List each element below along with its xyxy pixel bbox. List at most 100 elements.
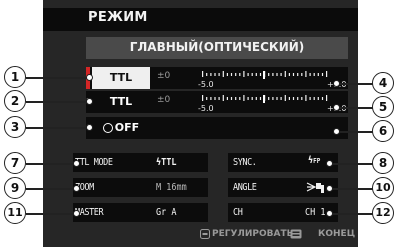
scale-tick: [297, 97, 299, 100]
callout-9: 9: [4, 177, 26, 199]
scale-tick: [247, 73, 249, 76]
group-c-mode[interactable]: OFF: [92, 117, 150, 139]
callout-dot-9: [73, 185, 80, 192]
scale-tick: [301, 73, 303, 76]
footer-adjust-label: РЕГУЛИРОВАТЬ: [212, 229, 294, 239]
ttl-mode-label: TTL MODE: [75, 157, 113, 168]
scale-tick: [239, 73, 241, 76]
callout-dot-1: [86, 74, 93, 81]
callout-dot-10: [326, 185, 333, 192]
scale-tick: [214, 73, 216, 76]
scale-ticks: [202, 95, 328, 103]
callout-7: 7: [4, 152, 26, 174]
group-c-mode-label: OFF: [114, 121, 140, 134]
callout-line-8: [330, 163, 374, 165]
scale-tick: [235, 73, 237, 76]
scale-tick: [288, 97, 290, 100]
scale-tick: [292, 97, 295, 100]
scale-tick: [326, 71, 328, 77]
scale-tick: [235, 97, 237, 100]
scale-tick: [280, 97, 282, 100]
scale-tick: [251, 73, 253, 76]
flash-settings-screen: РЕЖИМ ГЛАВНЫЙ(ОПТИЧЕСКИЙ) TTL ±0 -5.0 +5…: [0, 0, 397, 247]
ttl-mode-value: ϟTTL: [156, 157, 177, 168]
scale-tick: [222, 71, 224, 77]
flash-off-icon: [102, 123, 113, 133]
scale-tick: [309, 97, 311, 100]
sync-value: ϟFP: [308, 155, 321, 166]
scale-tick: [317, 73, 319, 76]
scale-tick: [280, 73, 282, 76]
callout-12: 12: [372, 202, 394, 224]
scale-tick: [321, 73, 324, 76]
scale-tick: [222, 95, 224, 101]
level-marker: [263, 95, 265, 103]
scale-tick: [259, 73, 262, 76]
dpad-icon: [200, 229, 210, 239]
angle-label: ANGLE: [233, 182, 257, 193]
scale-tick: [210, 73, 212, 76]
scale-tick: [326, 95, 328, 101]
sync-label: SYNC.: [233, 157, 257, 168]
scale-tick: [243, 71, 245, 77]
scale-tick: [321, 97, 324, 100]
footer-end-label: КОНЕЦ: [318, 229, 356, 239]
callout-2: 2: [4, 90, 26, 112]
scale-tick: [226, 97, 228, 100]
callout-line-4: [338, 83, 374, 85]
group-a-ev: ±0: [157, 71, 171, 81]
callout-line-3: [26, 127, 88, 129]
scale-tick: [247, 97, 249, 100]
scale-tick: [230, 73, 233, 76]
callout-line-10: [330, 188, 374, 190]
callout-dot-4: [333, 80, 340, 87]
scale-tick: [214, 97, 216, 100]
group-a-scale: [202, 71, 328, 79]
scale-tick: [276, 73, 278, 76]
scale-tick: [292, 73, 295, 76]
scale-tick: [206, 73, 208, 76]
master-value: Gr A: [156, 207, 177, 218]
scale-tick: [226, 73, 228, 76]
scale-tick: [268, 97, 270, 100]
scale-tick: [259, 97, 262, 100]
disp-back-icon: [290, 229, 302, 239]
scale-tick: [255, 97, 257, 100]
scale-tick: [276, 97, 278, 100]
angle-icon: [306, 182, 324, 193]
callout-3: 3: [4, 116, 26, 138]
callout-1: 1: [4, 66, 26, 88]
scale-tick: [202, 95, 204, 101]
group-b-mode[interactable]: TTL: [92, 91, 150, 113]
ch-value: CH 1: [305, 207, 326, 218]
callout-line-12: [330, 213, 374, 215]
callout-line-2: [26, 101, 88, 103]
scale-tick: [288, 73, 290, 76]
group-b-scale-min: -5.0: [198, 104, 214, 113]
scale-tick: [305, 71, 307, 77]
callout-line-9: [26, 188, 76, 190]
callout-line-11: [26, 213, 76, 215]
callout-8: 8: [372, 152, 394, 174]
callout-11: 11: [4, 202, 26, 224]
callout-4: 4: [372, 72, 394, 94]
callout-dot-2: [86, 98, 93, 105]
scale-tick: [284, 71, 286, 77]
scale-tick: [272, 73, 274, 76]
callout-5: 5: [372, 96, 394, 118]
scale-tick: [218, 97, 220, 100]
callout-dot-8: [326, 160, 333, 167]
callout-dot-6: [333, 128, 340, 135]
callout-dot-7: [73, 160, 80, 167]
callout-line-5: [338, 107, 374, 109]
callout-line-7: [26, 163, 76, 165]
group-a-scale-min: -5.0: [198, 80, 214, 89]
group-a-mode[interactable]: TTL: [92, 67, 150, 89]
mode-label: ГЛАВНЫЙ(ОПТИЧЕСКИЙ): [129, 40, 305, 54]
callout-dot-11: [73, 210, 80, 217]
scale-tick: [284, 95, 286, 101]
scale-tick: [309, 73, 311, 76]
page-title: РЕЖИМ: [88, 10, 148, 25]
callout-10: 10: [372, 177, 394, 199]
scale-tick: [313, 73, 315, 76]
